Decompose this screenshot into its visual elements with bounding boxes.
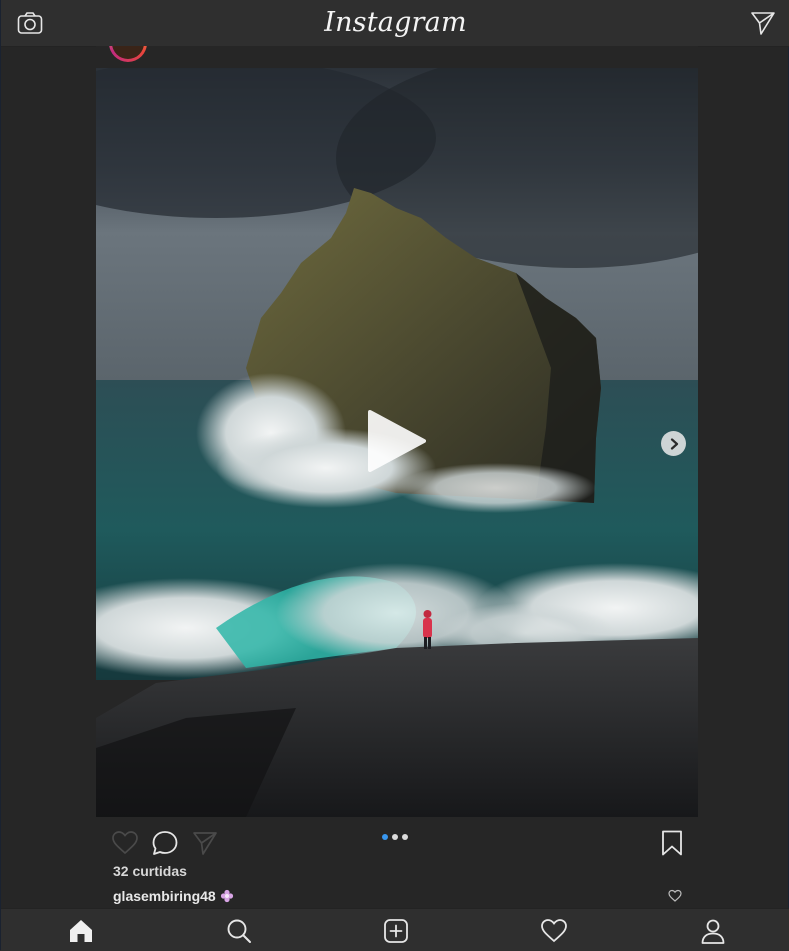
search-icon[interactable] [225, 917, 253, 945]
carousel-next-button[interactable] [661, 431, 686, 456]
caption-username-row: glasembiring48 [113, 888, 234, 904]
app-logo[interactable]: Instagram [324, 7, 467, 38]
app-frame: Instagram 32 curtidas glasembiring48 [0, 0, 789, 951]
heart-icon[interactable] [111, 829, 139, 857]
bottom-nav [1, 908, 789, 951]
post-username[interactable]: glasembiring48 [113, 888, 216, 904]
chevron-right-icon [670, 437, 678, 450]
flower-emoji-icon [220, 889, 233, 903]
share-icon[interactable] [191, 829, 219, 857]
add-post-icon[interactable] [382, 917, 410, 945]
comment-like-icon[interactable] [668, 889, 682, 903]
avatar[interactable] [109, 46, 147, 62]
bookmark-icon[interactable] [658, 829, 686, 857]
carousel-dot [392, 834, 398, 840]
comment-icon[interactable] [151, 829, 179, 857]
camera-icon[interactable] [17, 11, 43, 35]
post-header [96, 46, 698, 68]
carousel-indicator [382, 834, 408, 840]
likes-count[interactable]: 32 curtidas [113, 863, 187, 879]
carousel-dot [382, 834, 388, 840]
feed-column: 32 curtidas glasembiring48 [96, 46, 698, 908]
top-bar: Instagram [1, 0, 789, 47]
post-media[interactable] [96, 68, 698, 817]
direct-send-icon[interactable] [750, 10, 776, 36]
post-actions [96, 817, 698, 865]
home-icon[interactable] [67, 917, 95, 945]
carousel-dot [402, 834, 408, 840]
activity-heart-icon[interactable] [540, 917, 568, 945]
profile-icon[interactable] [699, 917, 727, 945]
play-icon[interactable] [364, 408, 428, 474]
